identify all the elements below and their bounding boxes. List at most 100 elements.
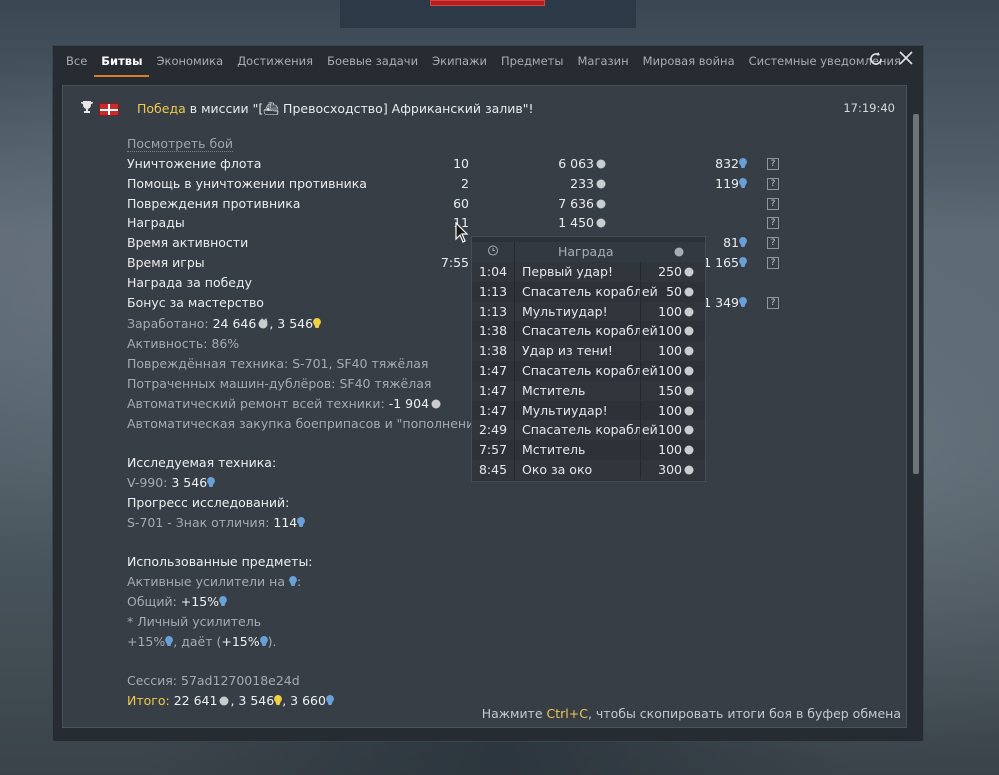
rp-bulb-icon [739, 236, 747, 248]
repair-line: Автоматический ремонт всей техники: -1 9… [127, 396, 442, 411]
silver-lions-icon [595, 197, 607, 209]
stat-count: 60 [453, 195, 469, 211]
rp-bulb-icon [739, 177, 747, 188]
silver-lions-icon [683, 362, 695, 376]
earned-line: Заработано: 24 646, 3 546 [127, 316, 321, 331]
award-time: 2:49 [472, 420, 515, 441]
help-icon[interactable]: ? [767, 296, 779, 309]
session-line: Сессия: 57ad1270018e24d [127, 673, 300, 688]
stat-label: Повреждения противника [127, 195, 301, 211]
stat-count: 7:55 [440, 255, 469, 270]
stat-silver: 7 636 [527, 196, 607, 211]
rp-bulb-icon [207, 476, 216, 487]
award-value: 100 [640, 321, 695, 341]
tab-6[interactable]: Предметы [494, 46, 571, 77]
rp-bulb-icon-yellow [274, 694, 283, 705]
progress-line: S-701 - Знак отличия: 114 [127, 515, 306, 530]
tooltip-award-row: 1:47 Спасатель кораблей 100 [472, 361, 705, 381]
tab-7[interactable]: Магазин [570, 46, 635, 77]
silver-lions-icon [683, 441, 695, 455]
help-icon[interactable]: ? [767, 158, 779, 170]
tooltip-award-row: 1:47 Мультиудар! 100 [472, 400, 705, 421]
tab-3[interactable]: Достижения [230, 46, 320, 77]
copy-hint: Нажмите Ctrl+C, чтобы скопировать итоги … [481, 706, 901, 721]
background-red-button [430, 0, 545, 6]
tooltip-award-row: 1:13 Мультиудар! 100 [472, 301, 705, 322]
refresh-icon[interactable] [865, 50, 887, 72]
award-name: Мультиудар! [522, 303, 608, 319]
close-icon[interactable] [895, 50, 917, 72]
silver-lions-icon [683, 263, 695, 277]
stat-label: Время активности [127, 235, 249, 251]
award-value: 300 [640, 460, 695, 479]
research-line: V-990: 3 546 [127, 475, 216, 490]
rp-bulb-icon [739, 296, 747, 307]
rp-bulb-icon [739, 256, 747, 267]
ammo-line: Автоматическая закупка боеприпасов и "по… [127, 416, 501, 431]
award-time: 1:47 [472, 400, 515, 421]
tooltip-header: Награда [472, 242, 705, 262]
stat-rp: 832 [667, 156, 747, 171]
clock-icon [472, 242, 515, 262]
silver-lions-icon [595, 177, 607, 189]
stat-label: Время игры [127, 255, 205, 270]
scrollbar[interactable] [913, 114, 919, 474]
silver-lions-icon [595, 157, 607, 169]
silver-lions-icon [683, 382, 695, 396]
tab-4[interactable]: Боевые задачи [320, 46, 425, 77]
rp-bulb-icon [219, 595, 227, 606]
silver-lions-icon [673, 245, 685, 260]
window-actions [865, 50, 917, 72]
awards-tooltip: Награда 1:04 Первый удар! 250 1:13 Спасатель… [471, 236, 706, 482]
tooltip-award-row: 1:47 Мститель 150 [472, 380, 705, 401]
silver-lions-icon [683, 421, 695, 435]
award-name: Первый удар! [522, 264, 614, 279]
stat-label: Бонус за мастерство [127, 294, 264, 310]
tab-5[interactable]: Экипажи [425, 46, 494, 77]
award-time: 1:13 [472, 301, 515, 322]
tooltip-award-row: 1:38 Спасатель кораблей 100 [472, 321, 705, 342]
research-title: Исследуемая техника: [127, 455, 277, 470]
tab-1[interactable]: Битвы [94, 46, 150, 77]
award-name: Удар из тени! [522, 343, 613, 359]
tab-bar: Все Битвы Экономика Достижения Боевые задачи… [53, 46, 923, 77]
award-name: Мультиудар! [522, 402, 608, 418]
award-time: 1:38 [472, 321, 515, 342]
progress-title: Прогресс исследований: [127, 495, 290, 510]
damaged-line: Повреждённая техника: S-701, SF40 тяжёла… [127, 356, 429, 371]
help-icon[interactable]: ? [767, 197, 779, 210]
stat-silver: 233 [527, 176, 607, 191]
award-time: 1:38 [472, 341, 515, 361]
silver-lions-icon [683, 461, 695, 475]
help-icon[interactable]: ? [767, 217, 779, 230]
tab-8[interactable]: Мировая война [636, 46, 742, 77]
award-value: 100 [640, 301, 695, 321]
award-name: Спасатель кораблей [522, 363, 658, 378]
help-icon[interactable]: ? [767, 177, 779, 190]
stat-rp: 119 [667, 176, 747, 191]
rp-bulb-icon-yellow [313, 317, 321, 328]
tooltip-award-row: 8:45 Око за око 300 [472, 460, 705, 480]
rp-bulb-icon [259, 635, 268, 646]
help-icon[interactable]: ? [767, 237, 779, 250]
activity-line: Активность: 86% [127, 336, 240, 351]
items-title: Использованные предметы: [127, 554, 313, 569]
award-time: 8:45 [472, 460, 515, 480]
stat-label: Награды [127, 215, 185, 231]
award-name: Спасатель кораблей [522, 323, 658, 339]
stat-silver: 1 450 [527, 215, 607, 230]
award-value: 100 [640, 420, 695, 440]
award-name: Спасатель кораблей [522, 283, 658, 299]
view-battle-link[interactable]: Посмотреть бой [127, 136, 234, 152]
silver-lions-icon [218, 694, 230, 706]
tooltip-award-row: 7:57 Мститель 100 [472, 440, 705, 460]
rp-bulb-icon [326, 694, 334, 705]
help-icon[interactable]: ? [767, 257, 779, 269]
award-time: 1:13 [472, 281, 515, 302]
personal-booster-line: +15%, даёт (+15%). [127, 634, 277, 649]
tab-0[interactable]: Все [59, 46, 94, 77]
tab-2[interactable]: Экономика [149, 46, 230, 77]
message-header: Победа в миссии "[⛴ Превосходство] Африк… [79, 99, 534, 119]
rp-bulb-icon [289, 575, 297, 586]
message-time: 17:19:40 [843, 101, 895, 115]
